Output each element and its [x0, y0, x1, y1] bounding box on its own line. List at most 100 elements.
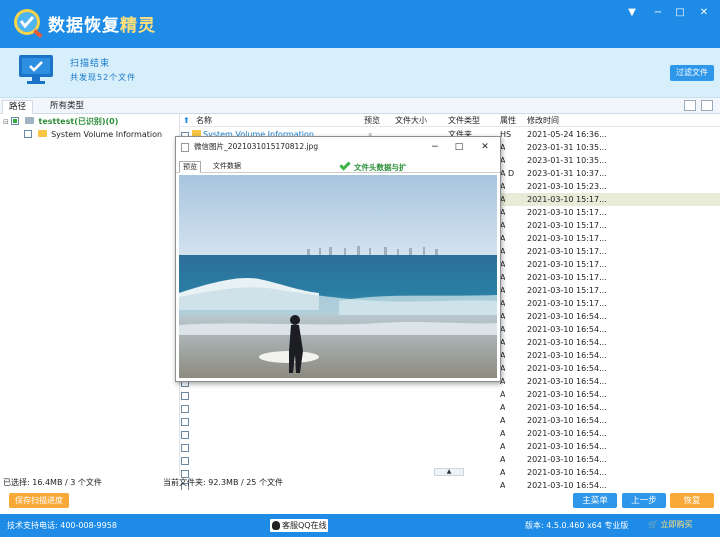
tree-node-system-volume[interactable]: System Volume Information	[24, 128, 162, 141]
sort-up-icon[interactable]: ⬆	[183, 114, 190, 127]
table-row[interactable]: A 2021-03-10 16:54...	[180, 427, 720, 440]
support-phone: 技术支持电话: 400-008-9958	[7, 521, 117, 530]
table-row[interactable]: A 2021-03-10 16:54...	[180, 388, 720, 401]
back-button[interactable]: 上一步	[622, 493, 666, 508]
list-view-icon[interactable]	[684, 100, 696, 111]
cell-modified: 2021-05-24 16:36...	[527, 130, 607, 139]
row-checkbox[interactable]	[181, 418, 189, 426]
grid-view-icon[interactable]	[701, 100, 713, 111]
tab-preview[interactable]: 预览	[179, 161, 201, 173]
main-menu-button[interactable]: 主菜单	[573, 493, 617, 508]
title-bar: 数据恢复精灵 ▼ − □ ✕	[0, 0, 720, 48]
preview-window[interactable]: 微信图片_20210310151708​12.jpg − □ ✕ 预览 文件数据…	[175, 136, 501, 382]
table-row[interactable]: A 2021-03-10 16:54...	[180, 440, 720, 453]
minimize-button[interactable]: −	[650, 6, 666, 20]
table-row[interactable]: A 2021-03-10 16:54...	[180, 414, 720, 427]
tab-all-types[interactable]: 所有类型	[44, 100, 90, 114]
tree-root-checkbox[interactable]	[11, 117, 20, 125]
scan-status-title: 扫描结束	[70, 59, 111, 69]
cell-modified: 2021-03-10 15:17...	[527, 221, 607, 230]
tree-expand-icon[interactable]: ⊟	[3, 118, 9, 126]
cell-attr: A	[500, 442, 506, 451]
action-bar: 保存扫描进度 主菜单 上一步 恢复	[0, 490, 720, 514]
preview-image	[179, 175, 497, 378]
file-header-status: 文件头数据与扩	[339, 159, 407, 173]
cell-modified: 2021-03-10 15:17...	[527, 234, 607, 243]
cell-modified: 2021-03-10 16:54...	[527, 429, 607, 438]
version-label: 版本: 4.5.0.460 x64 专业版	[525, 521, 629, 530]
cell-attr: A D	[500, 169, 515, 178]
cell-modified: 2023-01-31 10:35...	[527, 156, 607, 165]
qq-support-button[interactable]: 客服QQ在线	[270, 519, 328, 532]
current-folder-summary: 当前文件夹: 92.3MB / 25 个文件	[163, 478, 283, 487]
row-checkbox[interactable]	[181, 457, 189, 465]
cell-attr: A	[500, 455, 506, 464]
tree-child-checkbox[interactable]	[24, 130, 32, 138]
column-size[interactable]: 文件大小	[395, 114, 427, 127]
filter-files-button[interactable]: 过滤文件	[670, 65, 714, 81]
cell-attr: A	[500, 390, 506, 399]
tab-file-data[interactable]: 文件数据	[210, 161, 244, 173]
cell-modified: 2021-03-10 16:54...	[527, 338, 607, 347]
column-preview[interactable]: 预览	[364, 114, 380, 127]
cell-modified: 2021-03-10 16:54...	[527, 364, 607, 373]
row-checkbox[interactable]	[181, 392, 189, 400]
scan-found-count: 共发现52个文件	[70, 73, 137, 82]
file-list-header: ⬆ 名称 预览 文件大小 文件类型 属性 修改时间	[180, 114, 720, 127]
row-checkbox[interactable]	[181, 444, 189, 452]
cell-modified: 2021-03-10 15:23...	[527, 182, 607, 191]
check-icon	[339, 159, 351, 171]
image-file-icon	[181, 143, 189, 152]
qq-icon	[272, 521, 280, 530]
row-checkbox[interactable]	[181, 431, 189, 439]
cell-modified: 2021-03-10 16:54...	[527, 442, 607, 451]
buy-now-link[interactable]: 🛒 立即购买	[648, 519, 693, 530]
tab-path[interactable]: 路径	[2, 100, 34, 114]
maximize-button[interactable]: □	[672, 6, 688, 20]
cell-modified: 2021-03-10 16:54...	[527, 377, 607, 386]
collapse-handle[interactable]: ▲	[434, 468, 464, 476]
column-type[interactable]: 文件类型	[448, 114, 480, 127]
folder-icon	[37, 130, 47, 137]
cell-modified: 2021-03-10 15:17...	[527, 260, 607, 269]
preview-title-bar[interactable]: 微信图片_20210310151708​12.jpg − □ ✕	[176, 137, 500, 157]
preview-title: 微信图片_20210310151708​12.jpg	[194, 142, 319, 151]
folder-tree: ⊟ testtest(已识别)(0) System Volume Informa…	[0, 114, 180, 476]
column-modified[interactable]: 修改时间	[527, 114, 559, 127]
cell-attr: HS	[500, 130, 512, 139]
cell-attr: A	[500, 468, 506, 477]
scan-status-panel: 扫描结束 共发现52个文件 过滤文件	[0, 48, 720, 98]
cell-modified: 2021-03-10 15:17...	[527, 273, 607, 282]
cart-icon: 🛒	[648, 520, 658, 529]
app-logo-icon	[14, 9, 43, 39]
cell-attr: A	[500, 416, 506, 425]
selected-summary: 已选择: 16.4MB / 3 个文件	[3, 478, 102, 487]
cell-modified: 2021-03-10 16:54...	[527, 351, 607, 360]
save-scan-progress-button[interactable]: 保存扫描进度	[9, 493, 69, 508]
tree-child-label: System Volume Information	[51, 130, 163, 139]
menu-dropdown-icon[interactable]: ▼	[624, 6, 640, 20]
close-button[interactable]: ✕	[696, 6, 712, 20]
tree-node-root[interactable]: ⊟ testtest(已识别)(0)	[3, 115, 118, 128]
view-tabs: 路径 所有类型	[0, 98, 720, 114]
column-name[interactable]: 名称	[196, 114, 212, 127]
tree-root-label: testtest(已识别)(0)	[38, 117, 119, 126]
recover-button[interactable]: 恢复	[670, 493, 714, 508]
preview-maximize-button[interactable]: □	[448, 137, 470, 157]
row-checkbox[interactable]	[181, 405, 189, 413]
cell-modified: 2021-03-10 15:17...	[527, 247, 607, 256]
cell-attr: A	[500, 429, 506, 438]
table-row[interactable]: A 2021-03-10 16:54...	[180, 453, 720, 466]
cell-modified: 2021-03-10 16:54...	[527, 403, 607, 412]
cell-modified: 2021-03-10 15:17...	[527, 299, 607, 308]
cell-modified: 2021-03-10 16:54...	[527, 455, 607, 464]
cell-modified: 2021-03-10 16:54...	[527, 312, 607, 321]
preview-close-button[interactable]: ✕	[474, 137, 496, 157]
cell-modified: 2021-03-10 16:54...	[527, 390, 607, 399]
cell-modified: 2023-01-31 10:35...	[527, 143, 607, 152]
cell-modified: 2023-01-31 10:37...	[527, 169, 607, 178]
table-row[interactable]: A 2021-03-10 16:54...	[180, 401, 720, 414]
column-attr[interactable]: 属性	[500, 114, 516, 127]
preview-minimize-button[interactable]: −	[424, 137, 446, 157]
drive-icon	[24, 117, 34, 124]
